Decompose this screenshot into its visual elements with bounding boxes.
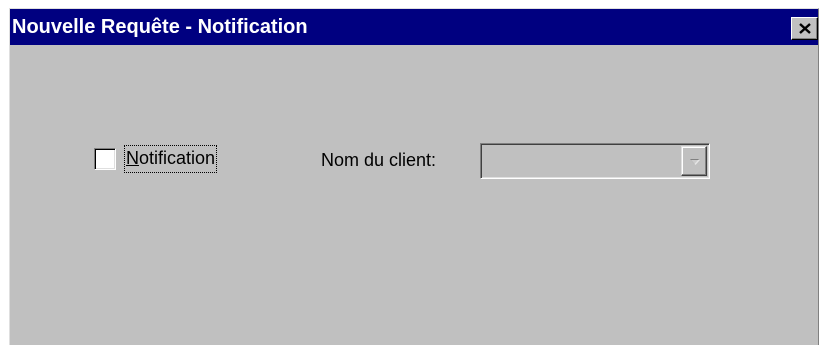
notification-checkbox-label[interactable]: Notification bbox=[123, 145, 218, 173]
window-title: Nouvelle Requête - Notification bbox=[12, 16, 308, 38]
dialog-window: Nouvelle Requête - Notification Notifica… bbox=[9, 8, 819, 345]
client-name-label: Nom du client: bbox=[321, 150, 437, 170]
dropdown-button[interactable] bbox=[681, 146, 707, 176]
label-rest: otification bbox=[139, 148, 216, 168]
chevron-down-icon bbox=[690, 159, 700, 165]
client-name-combobox[interactable] bbox=[480, 143, 710, 179]
close-icon bbox=[799, 23, 811, 34]
client-name-value bbox=[485, 148, 679, 174]
close-button[interactable] bbox=[791, 17, 818, 40]
accelerator-letter: N bbox=[126, 148, 139, 168]
title-bar[interactable]: Nouvelle Requête - Notification bbox=[10, 9, 818, 45]
notification-checkbox[interactable] bbox=[94, 148, 116, 170]
